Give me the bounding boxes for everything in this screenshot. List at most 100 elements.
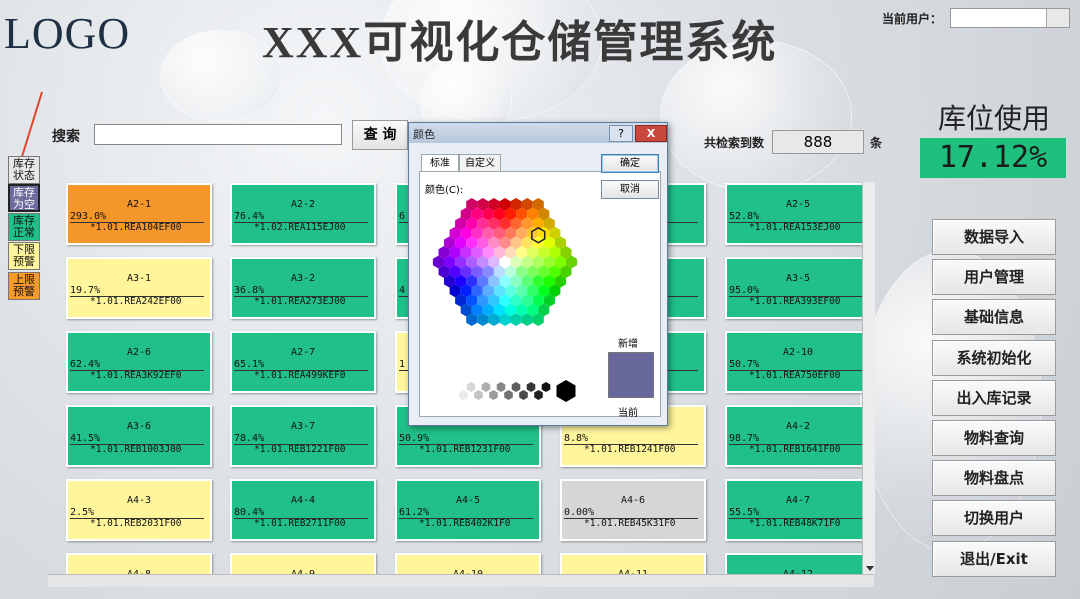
storage-cell[interactable]: A4-8 [66,553,212,574]
tab-custom[interactable]: 自定义 [459,154,501,172]
page-title: XXX可视化仓储管理系统 [262,18,778,67]
cell-percent: 95.0% [729,285,760,296]
color-panel: 颜色(C): 新增 当前 [419,171,661,419]
storage-cell[interactable]: A2-6 62.4% *1.01.REA3K92EF0 [66,331,212,393]
storage-cell[interactable]: A3-2 36.8% *1.01.REA273EJ00 [230,257,376,319]
storage-cell[interactable]: A2-7 65.1% *1.01.REA499KEF0 [230,331,376,393]
storage-cell[interactable]: A3-7 78.4% *1.01.REB1221F00 [230,405,376,467]
color-hexagon-picker[interactable] [430,194,580,334]
storage-cell[interactable]: A2-10 50.7% *1.01.REA750EF00 [725,331,871,393]
cell-percent: 293.0% [70,211,107,222]
legend-item[interactable]: 下限 预警 [8,242,40,270]
storage-cell[interactable]: A2-5 52.8% *1.01.REA153EJ00 [725,183,871,245]
cell-material-code: *1.01.REA393EF00 [749,296,841,307]
cell-location: A4-2 [785,421,811,432]
cell-material-code: *1.01.REB2031F00 [90,518,182,529]
sidebar-button[interactable]: 物料查询 [932,420,1056,456]
help-button[interactable]: ? [609,125,633,142]
storage-cell[interactable]: A4-10 [395,553,541,574]
close-button[interactable]: X [635,125,667,142]
cell-location: A2-10 [782,347,814,358]
cell-location: A4-3 [126,495,152,506]
gray-swatch[interactable] [541,382,551,392]
cell-material-code: *1.01.REB1003J00 [90,444,182,455]
gray-swatch[interactable] [466,382,476,392]
storage-cell[interactable]: A4-12 [725,553,871,574]
cell-material-code: *1.01.REB1241F00 [584,444,676,455]
usage-value: 17.12% [920,138,1066,178]
sidebar-button[interactable]: 退出/Exit [932,540,1056,577]
cell-location: A4-7 [785,495,811,506]
cell-material-code: *1.01.REA104EF00 [90,222,182,233]
gray-swatch[interactable] [526,382,536,392]
storage-cell[interactable]: A4-3 2.5% *1.01.REB2031F00 [66,479,212,541]
storage-cell[interactable]: A4-6 0.00% *1.01.REB45K31F0 [560,479,706,541]
cell-material-code: *1.01.REA499KEF0 [254,370,346,381]
sidebar-button[interactable]: 数据导入 [932,219,1056,255]
sidebar-button[interactable]: 物料盘点 [932,460,1056,497]
grayscale-picker[interactable] [448,378,578,408]
cell-material-code: *1.01.REB1221F00 [254,444,346,455]
search-button[interactable]: 查 询 [352,120,408,150]
gray-swatch[interactable] [489,390,498,400]
cell-percent: 65.1% [234,359,265,370]
scroll-down-icon[interactable] [866,566,874,571]
gray-swatch[interactable] [459,390,468,400]
gray-swatch[interactable] [504,390,513,400]
cell-location: A2-2 [290,199,316,210]
cell-percent: 19.7% [70,285,101,296]
sidebar-button[interactable]: 系统初始化 [932,339,1056,376]
sidebar-button[interactable]: 切换用户 [932,500,1056,537]
cell-location: A4-4 [290,495,316,506]
sidebar-button[interactable]: 出入库记录 [932,379,1056,416]
ok-button[interactable]: 确定 [601,154,659,173]
gray-swatch[interactable] [474,390,483,400]
cell-material-code: *1.02.REA115EJ00 [254,222,346,233]
legend-item[interactable]: 库存 为空 [8,184,40,212]
storage-cell[interactable]: A4-5 61.2% *1.01.REB402K1F0 [395,479,541,541]
gray-swatch[interactable] [481,382,491,392]
cell-material-code: *1.01.REA273EJ00 [254,296,346,307]
gray-swatch[interactable] [519,390,528,400]
storage-cell[interactable]: A4-4 80.4% *1.01.REB2711F00 [230,479,376,541]
current-user-dropdown[interactable] [950,8,1070,28]
black-swatch[interactable] [556,380,576,402]
storage-cell[interactable]: A3-1 19.7% *1.01.REA242EF00 [66,257,212,319]
cell-percent: 6 [399,211,406,222]
sidebar-button[interactable]: 基础信息 [932,299,1056,336]
cell-percent: 0.00% [564,507,595,518]
legend-item[interactable]: 上限 预警 [8,272,40,300]
horizontal-scrollbar[interactable] [48,574,874,587]
cell-material-code: *1.01.REB402K1F0 [419,518,511,529]
gray-swatch[interactable] [534,390,543,400]
storage-cell[interactable]: A4-9 [230,553,376,574]
storage-cell[interactable]: A3-5 95.0% *1.01.REA393EF00 [725,257,871,319]
legend-item[interactable]: 库存 状态 [8,156,40,184]
sidebar-button[interactable]: 用户管理 [932,259,1056,296]
storage-cell[interactable]: A4-11 [560,553,706,574]
storage-cell[interactable]: A3-6 41.5% *1.01.REB1003J00 [66,405,212,467]
cell-percent: 2.5% [70,507,95,518]
search-input[interactable] [94,124,342,145]
dialog-titlebar[interactable]: 颜色 ? X [409,123,667,143]
storage-cell[interactable]: A2-2 76.4% *1.02.REA115EJ00 [230,183,376,245]
cell-percent: 4 [399,285,406,296]
storage-cell[interactable]: A4-2 98.7% *1.01.REB1641F00 [725,405,871,467]
gray-swatch[interactable] [496,382,506,392]
cell-percent: 50.7% [729,359,760,370]
gray-swatch[interactable] [511,382,521,392]
current-color-label: 当前 [618,408,638,419]
storage-cell[interactable]: A2-1 293.0% *1.01.REA104EF00 [66,183,212,245]
cell-percent: 76.4% [234,211,265,222]
vertical-scrollbar[interactable] [862,182,875,574]
legend-item[interactable]: 库存 正常 [8,213,40,241]
cell-location: A2-7 [290,347,316,358]
cell-material-code: *1.01.REA153EJ00 [749,222,841,233]
storage-cell[interactable]: A4-7 55.5% *1.01.REB48K71F0 [725,479,871,541]
gray-swatch[interactable] [451,382,461,392]
current-user-label: 当前用户： [882,12,943,26]
cancel-button[interactable]: 取消 [601,180,659,199]
cell-percent: 55.5% [729,507,760,518]
tab-standard[interactable]: 标准 [421,154,459,172]
cell-percent: 61.2% [399,507,430,518]
